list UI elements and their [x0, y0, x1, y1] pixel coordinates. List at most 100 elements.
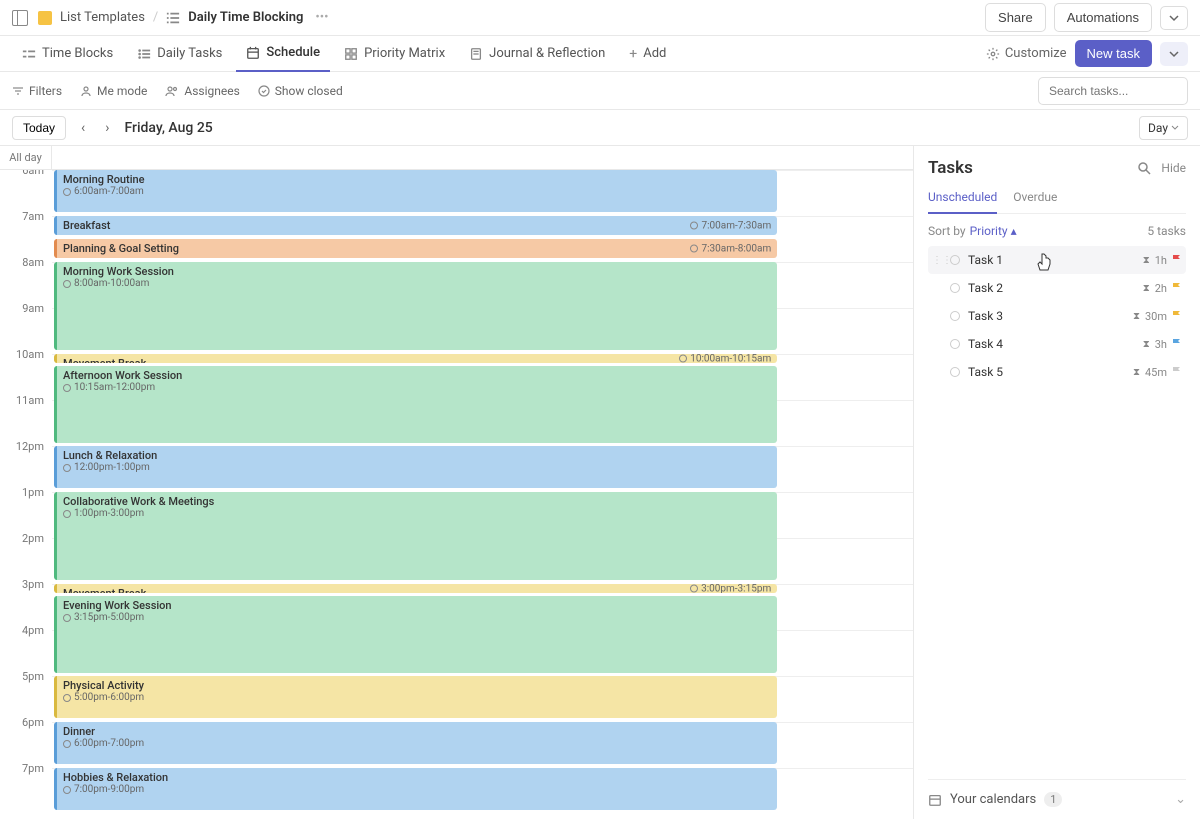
calendar-event[interactable]: Afternoon Work Session10:15am-12:00pm [54, 366, 777, 443]
task-item[interactable]: Task 2⧗2h [928, 274, 1186, 302]
calendar-event[interactable]: Lunch & Relaxation12:00pm-1:00pm [54, 446, 777, 488]
calendar-event[interactable]: Physical Activity5:00pm-6:00pm [54, 676, 777, 718]
hide-panel-button[interactable]: Hide [1161, 161, 1186, 175]
current-date-label: Friday, Aug 25 [124, 120, 212, 136]
calendar-event[interactable]: Movement Break10:00am-10:15am [54, 354, 777, 363]
your-calendars-label[interactable]: Your calendars [950, 792, 1036, 807]
prev-day-button[interactable]: ‹ [76, 118, 90, 138]
calendar-event[interactable]: Movement Break3:00pm-3:15pm [54, 584, 777, 593]
clock-icon [63, 614, 71, 622]
clock-icon [63, 188, 71, 196]
event-time: 6:00pm-7:00pm [63, 738, 771, 749]
chevron-down-icon[interactable]: ⌄ [1175, 792, 1186, 807]
event-time: 12:00pm-1:00pm [63, 462, 771, 473]
filters-button[interactable]: Filters [12, 84, 62, 98]
tab-priority-matrix[interactable]: Priority Matrix [334, 36, 455, 72]
tab-time-blocks[interactable]: Time Blocks [12, 36, 123, 72]
tab-journal[interactable]: Journal & Reflection [459, 36, 615, 72]
assignees-button[interactable]: Assignees [165, 84, 239, 98]
hour-label: 7pm [0, 762, 52, 808]
event-time: 10:15am-12:00pm [63, 382, 771, 393]
event-title: Morning Work Session [63, 265, 771, 278]
share-button[interactable]: Share [985, 3, 1046, 32]
search-icon[interactable] [1137, 161, 1151, 175]
tab-label: Add [643, 46, 666, 61]
sort-by-label: Sort by [928, 224, 966, 238]
task-count-label: 5 tasks [1147, 224, 1186, 238]
clock-icon [63, 740, 71, 748]
search-input[interactable] [1038, 77, 1188, 105]
calendar-event[interactable]: Breakfast7:00am-7:30am [54, 216, 777, 235]
priority-flag-icon [1172, 339, 1182, 349]
hourglass-icon: ⧗ [1133, 367, 1140, 378]
task-status-circle[interactable] [950, 339, 960, 349]
drag-handle-icon[interactable]: ⋮⋮ [932, 255, 942, 266]
list-icon [137, 47, 151, 61]
task-item[interactable]: Task 5⧗45m [928, 358, 1186, 386]
sort-value-button[interactable]: Priority ▴ [970, 224, 1017, 238]
task-status-circle[interactable] [950, 311, 960, 321]
automations-button[interactable]: Automations [1054, 3, 1152, 32]
breadcrumb-current[interactable]: Daily Time Blocking [188, 10, 303, 25]
tab-daily-tasks[interactable]: Daily Tasks [127, 36, 232, 72]
tab-label: Journal & Reflection [489, 46, 605, 61]
hour-label: 1pm [0, 486, 52, 532]
calendar-event[interactable]: Morning Work Session8:00am-10:00am [54, 262, 777, 350]
add-view-button[interactable]: + Add [619, 36, 676, 72]
tab-overdue[interactable]: Overdue [1013, 190, 1057, 213]
task-item[interactable]: ⋮⋮Task 1⧗1h [928, 246, 1186, 274]
calendar-event[interactable]: Collaborative Work & Meetings1:00pm-3:00… [54, 492, 777, 580]
folder-icon [38, 11, 52, 25]
hour-label: 4pm [0, 624, 52, 670]
customize-button[interactable]: Customize [986, 46, 1067, 61]
tab-schedule[interactable]: Schedule [236, 36, 330, 72]
task-duration: 45m [1145, 366, 1167, 379]
filter-icon [12, 85, 24, 97]
event-time: 8:00am-10:00am [63, 278, 771, 289]
hour-label: 2pm [0, 532, 52, 578]
calendar-event[interactable]: Morning Routine6:00am-7:00am [54, 170, 777, 212]
sidebar-toggle-icon[interactable] [12, 10, 28, 26]
tab-unscheduled[interactable]: Unscheduled [928, 190, 997, 214]
calendar-event[interactable]: Hobbies & Relaxation7:00pm-9:00pm [54, 768, 777, 810]
event-title: Movement Break [63, 587, 771, 593]
calendar-event[interactable]: Planning & Goal Setting7:30am-8:00am [54, 239, 777, 258]
me-mode-button[interactable]: Me mode [80, 84, 147, 98]
calendar-event[interactable]: Evening Work Session3:15pm-5:00pm [54, 596, 777, 673]
calendar-event[interactable]: Dinner6:00pm-7:00pm [54, 722, 777, 764]
hour-label: 6am [0, 170, 52, 210]
hourglass-icon: ⧗ [1143, 283, 1150, 294]
event-time: 7:30am-8:00am [690, 243, 771, 254]
task-status-circle[interactable] [950, 367, 960, 377]
hourglass-icon: ⧗ [1143, 255, 1150, 266]
breadcrumb-parent[interactable]: List Templates [60, 10, 145, 25]
task-name: Task 3 [968, 309, 1003, 323]
today-button[interactable]: Today [12, 116, 66, 140]
new-task-button[interactable]: New task [1075, 40, 1152, 67]
event-title: Hobbies & Relaxation [63, 771, 771, 784]
task-item[interactable]: Task 3⧗30m [928, 302, 1186, 330]
calendar-icon [246, 46, 260, 60]
header-dropdown-button[interactable] [1160, 6, 1188, 30]
chevron-down-icon [1171, 124, 1179, 132]
event-time: 10:00am-10:15am [679, 354, 771, 363]
tab-label: Time Blocks [42, 46, 113, 61]
task-status-circle[interactable] [950, 255, 960, 265]
new-task-dropdown[interactable] [1160, 42, 1188, 66]
show-closed-button[interactable]: Show closed [258, 84, 343, 98]
document-icon [469, 47, 483, 61]
hour-label: 8am [0, 256, 52, 302]
task-item[interactable]: Task 4⧗3h [928, 330, 1186, 358]
breadcrumb-separator: / [153, 10, 158, 25]
all-day-area[interactable] [52, 146, 913, 169]
task-name: Task 1 [968, 253, 1003, 267]
next-day-button[interactable]: › [100, 118, 114, 138]
more-icon[interactable]: ••• [315, 10, 328, 25]
clock-icon [63, 786, 71, 794]
task-duration: 30m [1145, 310, 1167, 323]
time-blocks-icon [22, 47, 36, 61]
event-title: Dinner [63, 725, 771, 738]
view-selector[interactable]: Day [1139, 116, 1188, 140]
task-status-circle[interactable] [950, 283, 960, 293]
grid-icon [344, 47, 358, 61]
